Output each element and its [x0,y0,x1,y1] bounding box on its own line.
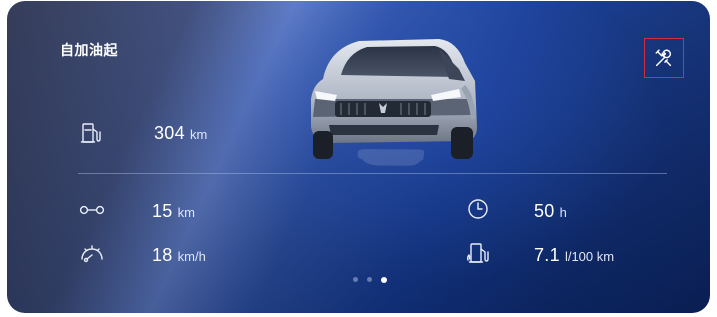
distance-stat: 15 km [79,201,195,222]
speed-unit: km/h [177,249,206,264]
range-unit: km [189,127,208,142]
speedometer-icon [79,242,105,264]
trip-computer-card: 自加油起 304 km 15 km 50 h 18 km/h 7.1 l/100… [7,1,710,313]
consumption-value: 7.1 [534,245,560,265]
tools-icon [655,49,672,67]
distance-unit: km [177,205,195,220]
car-reflection [357,149,425,166]
trip-distance-icon [79,202,105,218]
consumption-stat: 7.1 l/100 km [466,243,615,266]
divider [78,173,667,174]
time-unit: h [559,205,567,220]
page-indicator[interactable] [353,276,387,283]
speed-stat: 18 km/h [79,245,206,266]
settings-button[interactable] [644,38,684,78]
fuel-consumption-icon [466,241,490,265]
card-title: 自加油起 [60,43,118,59]
clock-icon [467,198,489,220]
consumption-unit: l/100 km [564,249,615,264]
fuel-pump-icon [79,121,103,145]
range-value: 304 [154,123,185,143]
distance-value: 15 [152,201,173,221]
range-stat: 304 km [79,121,208,145]
time-stat: 50 h [467,198,567,222]
page-dot[interactable] [367,277,372,282]
speed-value: 18 [152,245,173,265]
page-dot[interactable] [353,277,358,282]
page-dot-active[interactable] [381,276,387,283]
time-value: 50 [534,201,555,221]
